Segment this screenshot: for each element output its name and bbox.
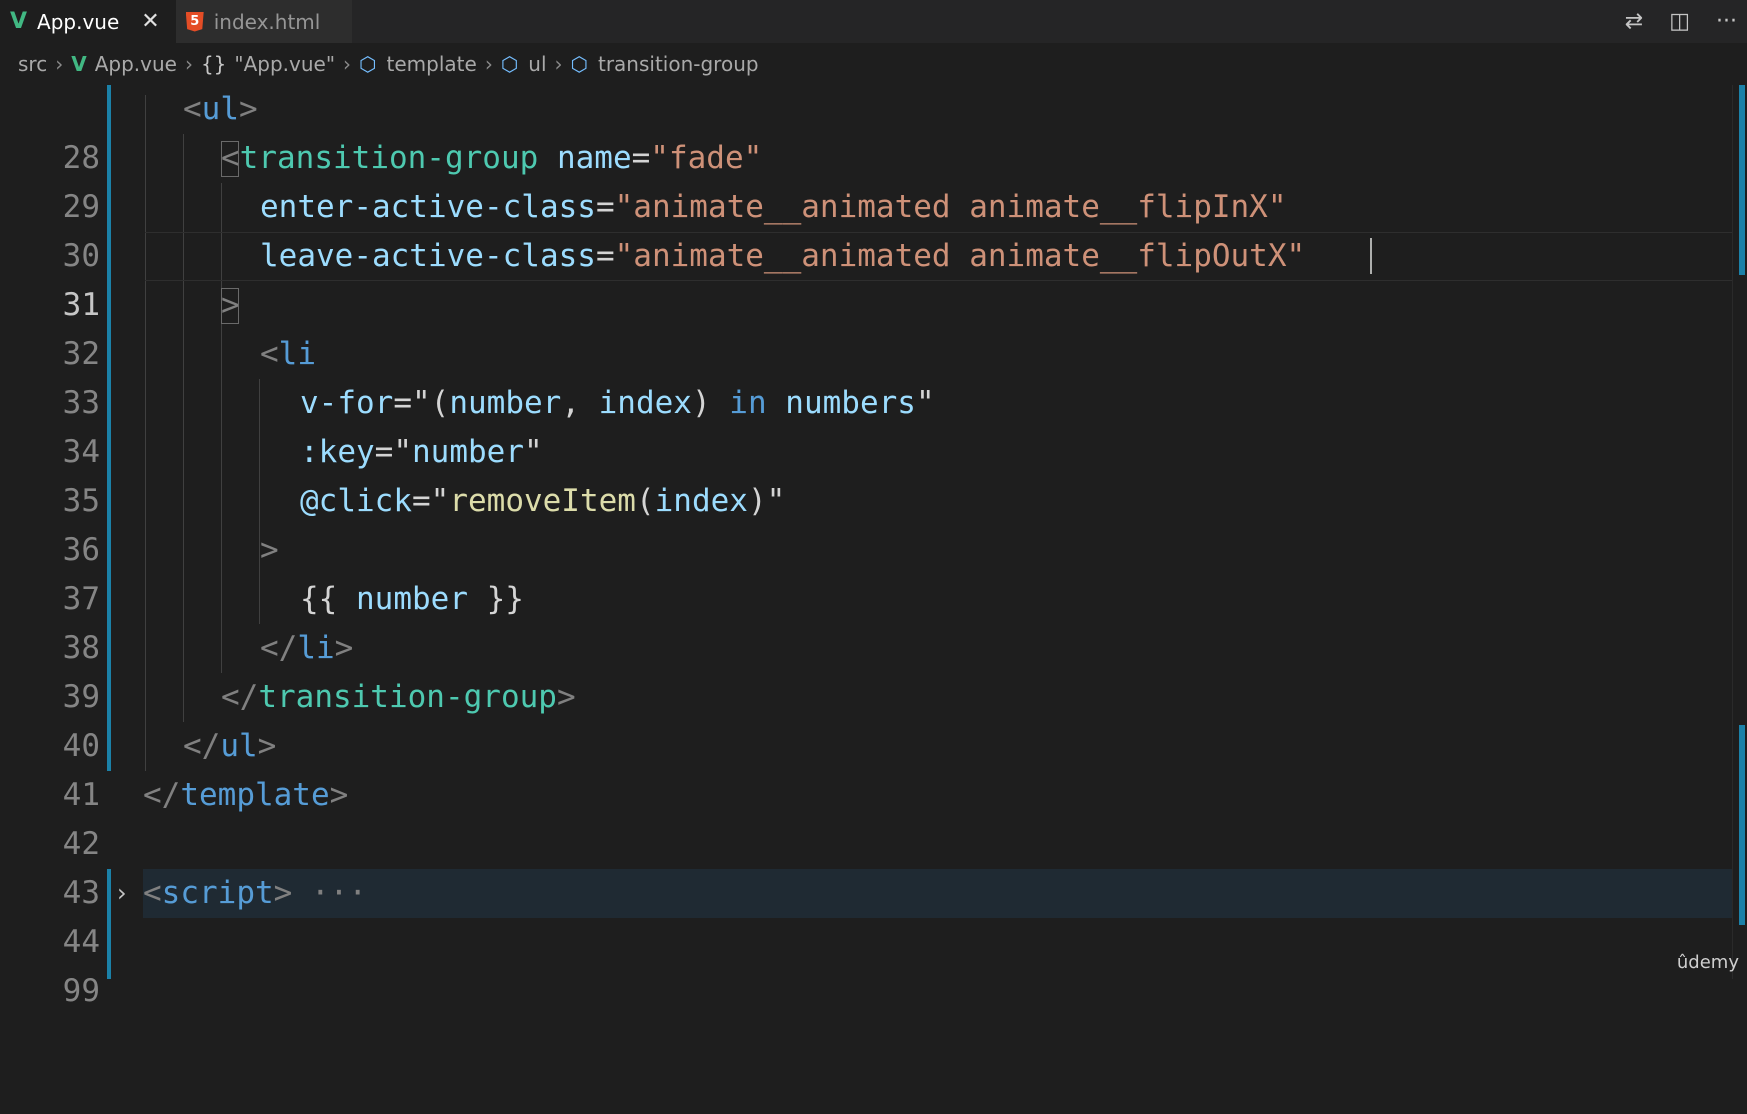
code-line: 29 <transition-group name="fade": [0, 134, 1747, 225]
folded-ellipsis[interactable]: ···: [311, 875, 367, 911]
breadcrumb-ul[interactable]: ul: [528, 52, 546, 76]
source-control-icon[interactable]: ⇄: [1625, 9, 1643, 34]
code-line-current: 31 leave-active-class="animate__animated…: [0, 232, 1747, 323]
code-line: 39 </li>: [0, 624, 1747, 715]
breadcrumb-group[interactable]: transition-group: [598, 52, 759, 76]
udemy-watermark: ûdemy: [1676, 952, 1739, 973]
tab-index-html[interactable]: 5 index.html: [175, 0, 352, 43]
code-editor[interactable]: 28 <ul> 29 <transition-group name="fade"…: [0, 85, 1747, 1009]
html5-icon: 5: [185, 11, 204, 32]
chevron-right-icon: ›: [343, 52, 352, 76]
breadcrumb-src[interactable]: src: [18, 52, 47, 76]
code-line-folded: 44 › <script> ···: [0, 869, 1747, 960]
code-line: 34 v-for="(number, index) in numbers": [0, 379, 1747, 470]
code-line: 33 <li: [0, 330, 1747, 421]
code-line: 99: [0, 918, 1747, 1009]
code-line: 37 >: [0, 526, 1747, 617]
tab-label: index.html: [213, 9, 321, 34]
overview-mark: [1739, 85, 1745, 275]
chevron-right-icon: ›: [55, 52, 64, 76]
code-line: 32 >: [0, 281, 1747, 372]
code-line: 35 :key="number": [0, 428, 1747, 519]
cube-icon: ⬡: [500, 52, 519, 76]
line-number: 99: [62, 973, 100, 1009]
editor-scrollbar[interactable]: [1732, 85, 1747, 979]
braces-icon: {}: [200, 52, 227, 76]
breadcrumb-template[interactable]: template: [387, 52, 477, 76]
tab-label: App.vue: [37, 9, 120, 34]
bracket-match-highlight: [221, 141, 239, 177]
bracket-match-highlight: [221, 288, 239, 324]
code-line: 42 </template>: [0, 771, 1747, 862]
editor-actions: ⇄ ◫ ···: [1625, 0, 1737, 43]
overview-mark: [1739, 725, 1745, 925]
more-actions-icon[interactable]: ···: [1716, 9, 1737, 34]
breadcrumb: src › V App.vue › {} "App.vue" › ⬡ templ…: [0, 43, 1747, 85]
chevron-right-icon: ›: [484, 52, 493, 76]
breadcrumb-file[interactable]: App.vue: [95, 52, 177, 76]
vue-icon: V: [71, 52, 87, 76]
cube-icon: ⬡: [570, 52, 588, 76]
code-line: 36 @click="removeItem(index)": [0, 477, 1747, 568]
text-cursor: [1370, 238, 1372, 274]
chevron-right-icon: ›: [184, 52, 193, 76]
code-line: 40 </transition-group>: [0, 673, 1747, 764]
cube-icon: ⬡: [359, 52, 377, 76]
tab-app-vue[interactable]: V App.vue ✕: [0, 0, 176, 43]
code-line: 41 </ul>: [0, 722, 1747, 813]
code-line: 38 {{ number }}: [0, 575, 1747, 666]
close-icon[interactable]: ✕: [141, 9, 159, 34]
code-line: 43: [0, 820, 1747, 911]
chevron-right-icon[interactable]: ›: [117, 869, 127, 918]
split-editor-icon[interactable]: ◫: [1669, 9, 1690, 34]
breadcrumb-symbol[interactable]: "App.vue": [234, 52, 335, 76]
code-line: 28 <ul>: [0, 85, 1747, 176]
vue-icon: V: [10, 9, 28, 34]
code-line: 30 enter-active-class="animate__animated…: [0, 183, 1747, 274]
chevron-right-icon: ›: [554, 52, 563, 76]
tab-bar: V App.vue ✕ 5 index.html ⇄ ◫ ···: [0, 0, 1747, 43]
